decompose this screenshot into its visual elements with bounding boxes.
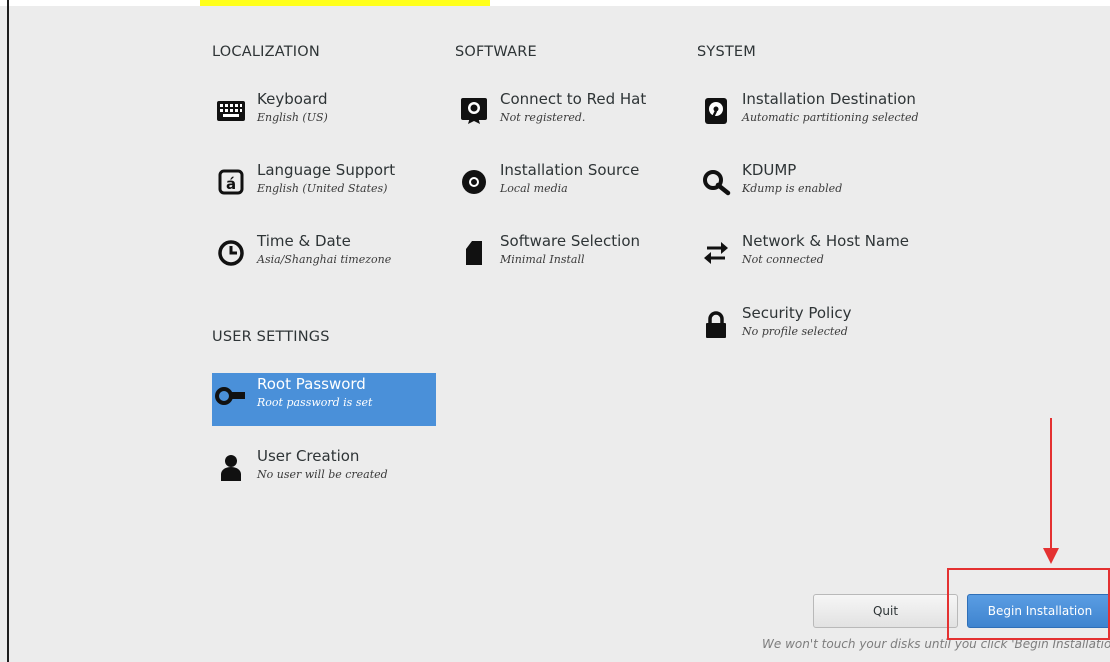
clock-icon — [214, 236, 248, 270]
spoke-keyboard[interactable]: Keyboard English (US) — [212, 90, 432, 142]
spoke-security-policy[interactable]: Security Policy No profile selected — [697, 304, 937, 356]
language-icon: á — [214, 165, 248, 199]
annotation-box — [947, 568, 1110, 640]
spoke-network-status: Not connected — [742, 253, 824, 266]
key-icon — [214, 379, 248, 413]
spoke-redhat-status: Not registered. — [500, 111, 586, 124]
hard-disk-icon — [699, 94, 733, 128]
spoke-language-support[interactable]: á Language Support English (United State… — [212, 161, 432, 213]
top-bar — [0, 0, 1110, 6]
spoke-installation-destination[interactable]: Installation Destination Automatic parti… — [697, 90, 937, 142]
spoke-network-title: Network & Host Name — [742, 232, 910, 250]
spoke-root-title: Root Password — [257, 375, 366, 393]
spoke-kdump[interactable]: KDUMP Kdump is enabled — [697, 161, 937, 213]
spoke-keyboard-title: Keyboard — [257, 90, 328, 108]
spoke-kdump-title: KDUMP — [742, 161, 797, 179]
spoke-kdump-status: Kdump is enabled — [742, 182, 843, 195]
disc-icon — [457, 165, 491, 199]
user-icon — [214, 451, 248, 485]
redhat-icon — [457, 94, 491, 128]
annotation-arrow-head — [1043, 548, 1059, 564]
spoke-installation-source[interactable]: Installation Source Local media — [455, 161, 675, 213]
svg-text:á: á — [226, 175, 236, 193]
section-localization: LOCALIZATION — [212, 44, 320, 60]
spoke-security-status: No profile selected — [742, 325, 848, 338]
spoke-software-selection[interactable]: Software Selection Minimal Install — [455, 232, 675, 284]
spoke-source-status: Local media — [500, 182, 568, 195]
keyboard-icon — [214, 94, 248, 128]
lock-icon — [699, 308, 733, 342]
section-user-settings: USER SETTINGS — [212, 329, 330, 345]
spoke-time-status: Asia/Shanghai timezone — [257, 253, 392, 266]
quit-button[interactable]: Quit — [813, 594, 958, 628]
spoke-language-status: English (United States) — [257, 182, 388, 195]
spoke-redhat-title: Connect to Red Hat — [500, 90, 647, 108]
annotation-arrow-line — [1050, 418, 1052, 552]
spoke-time-title: Time & Date — [257, 232, 351, 250]
spoke-software-status: Minimal Install — [500, 253, 585, 266]
network-arrows-icon — [699, 236, 733, 270]
spoke-destination-status: Automatic partitioning selected — [742, 111, 919, 124]
section-software: SOFTWARE — [455, 44, 537, 60]
spoke-root-password[interactable]: Root Password Root password is set — [212, 373, 436, 426]
spoke-software-title: Software Selection — [500, 232, 641, 250]
left-border — [7, 0, 9, 662]
spoke-language-title: Language Support — [257, 161, 396, 179]
spoke-security-title: Security Policy — [742, 304, 852, 322]
yellow-highlight — [200, 0, 490, 6]
package-icon — [457, 236, 491, 270]
spoke-user-status: No user will be created — [257, 468, 388, 481]
spoke-destination-title: Installation Destination — [742, 90, 916, 108]
spoke-user-creation[interactable]: User Creation No user will be created — [212, 447, 436, 499]
spoke-keyboard-status: English (US) — [257, 111, 328, 124]
spoke-network-hostname[interactable]: Network & Host Name Not connected — [697, 232, 937, 284]
spoke-connect-redhat[interactable]: Connect to Red Hat Not registered. — [455, 90, 675, 142]
magnifier-icon — [699, 165, 733, 199]
section-system: SYSTEM — [697, 44, 756, 60]
spoke-source-title: Installation Source — [500, 161, 640, 179]
spoke-root-status: Root password is set — [257, 396, 373, 409]
spoke-time-date[interactable]: Time & Date Asia/Shanghai timezone — [212, 232, 432, 284]
spoke-user-title: User Creation — [257, 447, 360, 465]
